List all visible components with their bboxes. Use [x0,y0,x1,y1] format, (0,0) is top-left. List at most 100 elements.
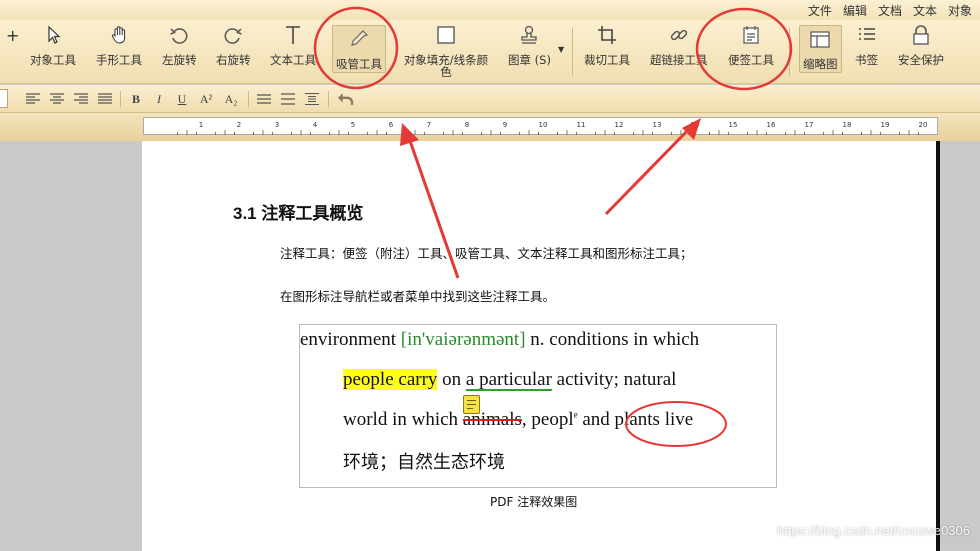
sample-line-4: 环境；自然生态环境 [343,452,505,473]
watermark-url: https://blog.csdn.net/cocowe0306 [777,523,970,538]
ruler-number: 3 [275,121,279,129]
stamp-dropdown[interactable]: ▼ [558,44,564,56]
format-separator [120,91,121,107]
hand-tool-label: 手形工具 [96,53,142,67]
sample-line-2: people carry on a particular activity; n… [343,369,676,391]
eyedropper-tool-label: 吸管工具 [336,57,382,71]
menu-document[interactable]: 文档 [878,2,902,19]
ruler-number: 16 [767,121,776,129]
ruler-number: 13 [653,121,662,129]
bold-button[interactable]: B [127,90,145,108]
sticky-note-icon[interactable] [463,395,480,414]
eyedropper-icon [351,30,369,46]
underline-button[interactable]: U [173,90,191,108]
page-edge [936,141,940,551]
italic-button[interactable]: I [150,90,168,108]
align-center-button[interactable] [48,90,66,108]
lock-icon [913,25,929,45]
line-spacing-icon [281,93,295,105]
rotate-left-label: 左旋转 [162,53,197,67]
paragraph-location: 在图形标注导航栏或者菜单中找到这些注释工具。 [280,289,556,304]
superscript-button[interactable]: A² [197,90,215,108]
link-tool-button[interactable]: 超链接工具 [650,24,708,66]
annotation-sample-box: environment [in'vaiərənmənt] n. conditio… [299,324,777,488]
rotate-left-button[interactable]: 左旋转 [162,24,197,66]
ruler-number: 17 [805,121,814,129]
security-label: 安全保护 [898,53,944,67]
line-spacing-icon [305,93,319,105]
format-bar: B I U A² A₂ [0,85,980,113]
format-separator [248,91,249,107]
crop-tool-label: 裁切工具 [584,53,630,67]
toolbar-separator [789,28,790,76]
toolbar-separator [572,28,573,76]
fill-square-icon [437,26,455,44]
align-center-icon [50,93,64,104]
line-3-start: world in which [343,409,463,430]
align-right-icon [74,93,88,104]
align-left-button[interactable] [24,90,42,108]
bookmark-list-icon [858,28,875,40]
ruler-number: 19 [881,121,890,129]
line-spacing-3-button[interactable] [303,90,321,108]
highlighted-text[interactable]: people carry [343,369,438,390]
align-justify-icon [98,93,112,104]
note-tool-label: 便签工具 [728,53,774,67]
stamp-button[interactable]: 图章 (S) [508,24,551,66]
fill-color-button[interactable]: 对象填充/线条颜色 [399,24,493,78]
align-justify-button[interactable] [96,90,114,108]
subscript-button[interactable]: A₂ [222,90,240,108]
ruler-number: 4 [313,121,318,129]
align-right-button[interactable] [72,90,90,108]
line-2-end: activity; natural [551,369,677,390]
rotate-right-icon [224,28,243,44]
menu-text[interactable]: 文本 [913,2,937,19]
hand-tool-button[interactable]: 手形工具 [96,24,142,66]
crop-tool-button[interactable]: 裁切工具 [584,24,630,66]
ruler-number: 5 [351,121,355,129]
text-tool-button[interactable]: 文本工具 [270,24,316,66]
menu-file[interactable]: 文件 [808,2,832,19]
phonetic: [in'vaiərənmənt] [400,329,526,350]
line-spacing-icon [257,94,271,104]
add-button[interactable]: + [6,26,20,45]
undo-button[interactable] [335,90,355,108]
menu-edit[interactable]: 编辑 [843,2,867,19]
line-spacing-2-button[interactable] [279,90,297,108]
ruler-number: 6 [389,121,394,129]
ruler-number: 7 [427,121,431,129]
word-on: on [437,369,466,390]
thumbnail-button[interactable]: 缩略图 [799,25,842,73]
ruler-number: 11 [577,121,586,129]
security-button[interactable]: 安全保护 [898,24,944,66]
rotate-right-button[interactable]: 右旋转 [216,24,251,66]
ruler-ticks: 1 2 3 4 5 6 7 8 9 10 11 12 13 14 15 16 17 18 19 20 [177,121,927,135]
note-tool-button[interactable]: 便签工具 [728,24,774,66]
eyedropper-tool-button[interactable]: 吸管工具 [332,25,386,73]
toolbar: + 对象工具 手形工具 左旋转 右旋转 文本工具 吸管工具 对象填充/线条颜色 … [0,20,980,84]
font-size-combo[interactable] [0,89,8,108]
sample-line-3: world in which animals, people and plant… [343,409,693,431]
ruler-number: 9 [503,121,507,129]
ruler-number: 12 [615,121,624,129]
horizontal-ruler[interactable]: 1 2 3 4 5 6 7 8 9 10 11 12 13 14 15 16 17 18 19 20 [143,117,938,135]
ruler-number: 14 [691,121,700,129]
text-tool-label: 文本工具 [270,53,316,67]
dropdown-arrow-icon: ▼ [558,45,565,54]
object-tool-label: 对象工具 [30,53,76,67]
cursor-arrow-icon [48,25,61,44]
document-page[interactable]: 3.1 注释工具概览 注释工具：便签（附注）工具、吸管工具、文本注释工具和图形标… [142,141,937,551]
ruler-number: 18 [843,121,852,129]
link-tool-label: 超链接工具 [650,53,708,67]
menu-object[interactable]: 对象 [948,2,972,19]
bookmark-button[interactable]: 书签 [855,24,878,66]
bookmark-label: 书签 [855,53,878,67]
object-tool-button[interactable]: 对象工具 [30,24,76,66]
definition-start: n. conditions in which [525,329,700,350]
underlined-text[interactable]: a particular [466,369,552,390]
circled-text[interactable]: and plants [578,409,660,430]
ruler-number: 10 [539,121,548,129]
line-spacing-1-button[interactable] [255,90,273,108]
undo-arrow-icon [338,93,354,105]
plus-icon: + [6,26,20,45]
